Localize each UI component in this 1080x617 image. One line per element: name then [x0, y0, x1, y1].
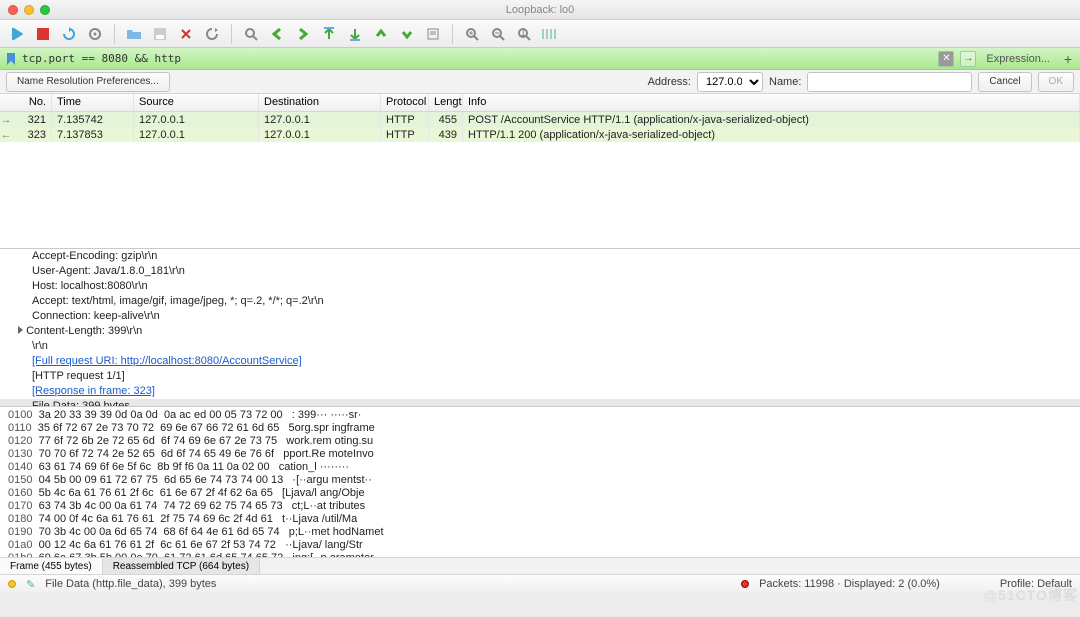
col-time[interactable]: Time — [52, 94, 134, 111]
resize-columns-button[interactable] — [539, 23, 561, 45]
detail-file-data[interactable]: File Data: 399 bytes — [0, 399, 1080, 407]
go-back-button[interactable] — [266, 23, 288, 45]
hex-row[interactable]: 0170 63 74 3b 4c 00 0a 61 74 74 72 69 62… — [8, 500, 1072, 513]
detail-content-length[interactable]: Content-Length: 399\r\n — [0, 324, 1080, 339]
ok-button[interactable]: OK — [1038, 72, 1074, 92]
name-resolution-button[interactable]: Name Resolution Preferences... — [6, 72, 170, 92]
expression-button[interactable]: Expression... — [980, 53, 1056, 65]
svg-text:1: 1 — [520, 27, 526, 39]
bytes-tabs: Frame (455 bytes) Reassembled TCP (664 b… — [0, 557, 1080, 575]
address-label: Address: — [648, 76, 691, 88]
close-file-button[interactable] — [175, 23, 197, 45]
zoom-in-button[interactable] — [461, 23, 483, 45]
status-profile[interactable]: Profile: Default — [1000, 578, 1072, 590]
titlebar: Loopback: lo0 — [0, 0, 1080, 20]
packet-details[interactable]: Accept-Encoding: gzip\r\nUser-Agent: Jav… — [0, 249, 1080, 407]
save-file-button[interactable] — [149, 23, 171, 45]
related-packet-icon: ← — [0, 127, 13, 142]
expert-info-icon[interactable] — [8, 580, 16, 588]
col-info[interactable]: Info — [463, 94, 1080, 111]
hex-row[interactable]: 0160 5b 4c 6a 61 76 61 2f 6c 61 6e 67 2f… — [8, 487, 1072, 500]
display-filter-bar: ✕ → Expression... + — [0, 48, 1080, 70]
cancel-button[interactable]: Cancel — [978, 72, 1031, 92]
detail-response-frame[interactable]: [Response in frame: 323] — [0, 384, 1080, 399]
detail-full-uri[interactable]: [Full request URI: http://localhost:8080… — [0, 354, 1080, 369]
tab-reassembled[interactable]: Reassembled TCP (664 bytes) — [103, 558, 260, 574]
apply-filter-button[interactable]: → — [960, 51, 976, 67]
tab-frame[interactable]: Frame (455 bytes) — [0, 558, 103, 574]
clear-filter-button[interactable]: ✕ — [938, 51, 954, 67]
restart-capture-button[interactable] — [58, 23, 80, 45]
hex-row[interactable]: 0130 70 70 6f 72 74 2e 52 65 6d 6f 74 65… — [8, 448, 1072, 461]
prev-packet-button[interactable] — [370, 23, 392, 45]
hex-row[interactable]: 01a0 00 12 4c 6a 61 76 61 2f 6c 61 6e 67… — [8, 539, 1072, 552]
detail-line[interactable]: Connection: keep-alive\r\n — [0, 309, 1080, 324]
col-no[interactable]: No. — [0, 94, 52, 111]
packet-row[interactable]: 3217.135742127.0.0.1127.0.0.1HTTP455POST… — [0, 112, 1080, 127]
status-packets: Packets: 11998 · Displayed: 2 (0.0%) — [759, 578, 940, 590]
name-input[interactable] — [807, 72, 972, 92]
go-to-packet-button[interactable] — [318, 23, 340, 45]
address-select[interactable]: 127.0.0.1 — [697, 72, 763, 92]
find-button[interactable] — [240, 23, 262, 45]
start-capture-button[interactable] — [6, 23, 28, 45]
col-dest[interactable]: Destination — [259, 94, 381, 111]
col-len[interactable]: Length — [429, 94, 463, 111]
edit-icon[interactable]: ✎ — [26, 578, 35, 591]
hex-row[interactable]: 0180 74 00 0f 4c 6a 61 76 61 2f 75 74 69… — [8, 513, 1072, 526]
hex-row[interactable]: 0190 70 3b 4c 00 0a 6d 65 74 68 6f 64 4e… — [8, 526, 1072, 539]
window-title: Loopback: lo0 — [506, 4, 575, 16]
status-text: File Data (http.file_data), 399 bytes — [45, 578, 216, 590]
add-filter-button[interactable]: + — [1060, 51, 1076, 67]
resolve-bar: Name Resolution Preferences... Address: … — [0, 70, 1080, 94]
hex-row[interactable]: 0120 77 6f 72 6b 2e 72 65 6d 6f 74 69 6e… — [8, 435, 1072, 448]
detail-line[interactable]: Accept-Encoding: gzip\r\n — [0, 249, 1080, 264]
detail-line[interactable]: User-Agent: Java/1.8.0_181\r\n — [0, 264, 1080, 279]
zoom-out-button[interactable] — [487, 23, 509, 45]
window-controls[interactable] — [8, 5, 50, 15]
packet-bytes[interactable]: 0100 3a 20 33 39 39 0d 0a 0d 0a ac ed 00… — [0, 407, 1080, 557]
main-toolbar: 1 — [0, 20, 1080, 48]
open-file-button[interactable] — [123, 23, 145, 45]
detail-line[interactable]: Accept: text/html, image/gif, image/jpeg… — [0, 294, 1080, 309]
capture-live-icon — [741, 580, 749, 588]
name-label: Name: — [769, 76, 801, 88]
display-filter-input[interactable] — [22, 52, 932, 65]
hex-row[interactable]: 0100 3a 20 33 39 39 0d 0a 0d 0a ac ed 00… — [8, 409, 1072, 422]
status-bar: ✎ File Data (http.file_data), 399 bytes … — [0, 575, 1080, 593]
close-icon[interactable] — [8, 5, 18, 15]
detail-http-request[interactable]: [HTTP request 1/1] — [0, 369, 1080, 384]
stop-capture-button[interactable] — [32, 23, 54, 45]
go-forward-button[interactable] — [292, 23, 314, 45]
related-packet-icon: → — [0, 112, 13, 127]
bookmark-icon[interactable] — [4, 52, 18, 66]
next-packet-button[interactable] — [396, 23, 418, 45]
packet-row[interactable]: 3237.137853127.0.0.1127.0.0.1HTTP439HTTP… — [0, 127, 1080, 142]
packet-list[interactable]: No. Time Source Destination Protocol Len… — [0, 94, 1080, 249]
col-source[interactable]: Source — [134, 94, 259, 111]
go-first-button[interactable] — [344, 23, 366, 45]
minimize-icon[interactable] — [24, 5, 34, 15]
reload-button[interactable] — [201, 23, 223, 45]
detail-crlf[interactable]: \r\n — [0, 339, 1080, 354]
col-proto[interactable]: Protocol — [381, 94, 429, 111]
detail-line[interactable]: Host: localhost:8080\r\n — [0, 279, 1080, 294]
auto-scroll-button[interactable] — [422, 23, 444, 45]
packet-list-header: No. Time Source Destination Protocol Len… — [0, 94, 1080, 112]
maximize-icon[interactable] — [40, 5, 50, 15]
hex-row[interactable]: 0110 35 6f 72 67 2e 73 70 72 69 6e 67 66… — [8, 422, 1072, 435]
capture-options-button[interactable] — [84, 23, 106, 45]
hex-row[interactable]: 0150 04 5b 00 09 61 72 67 75 6d 65 6e 74… — [8, 474, 1072, 487]
hex-row[interactable]: 0140 63 61 74 69 6f 6e 5f 6c 8b 9f f6 0a… — [8, 461, 1072, 474]
zoom-reset-button[interactable]: 1 — [513, 23, 535, 45]
